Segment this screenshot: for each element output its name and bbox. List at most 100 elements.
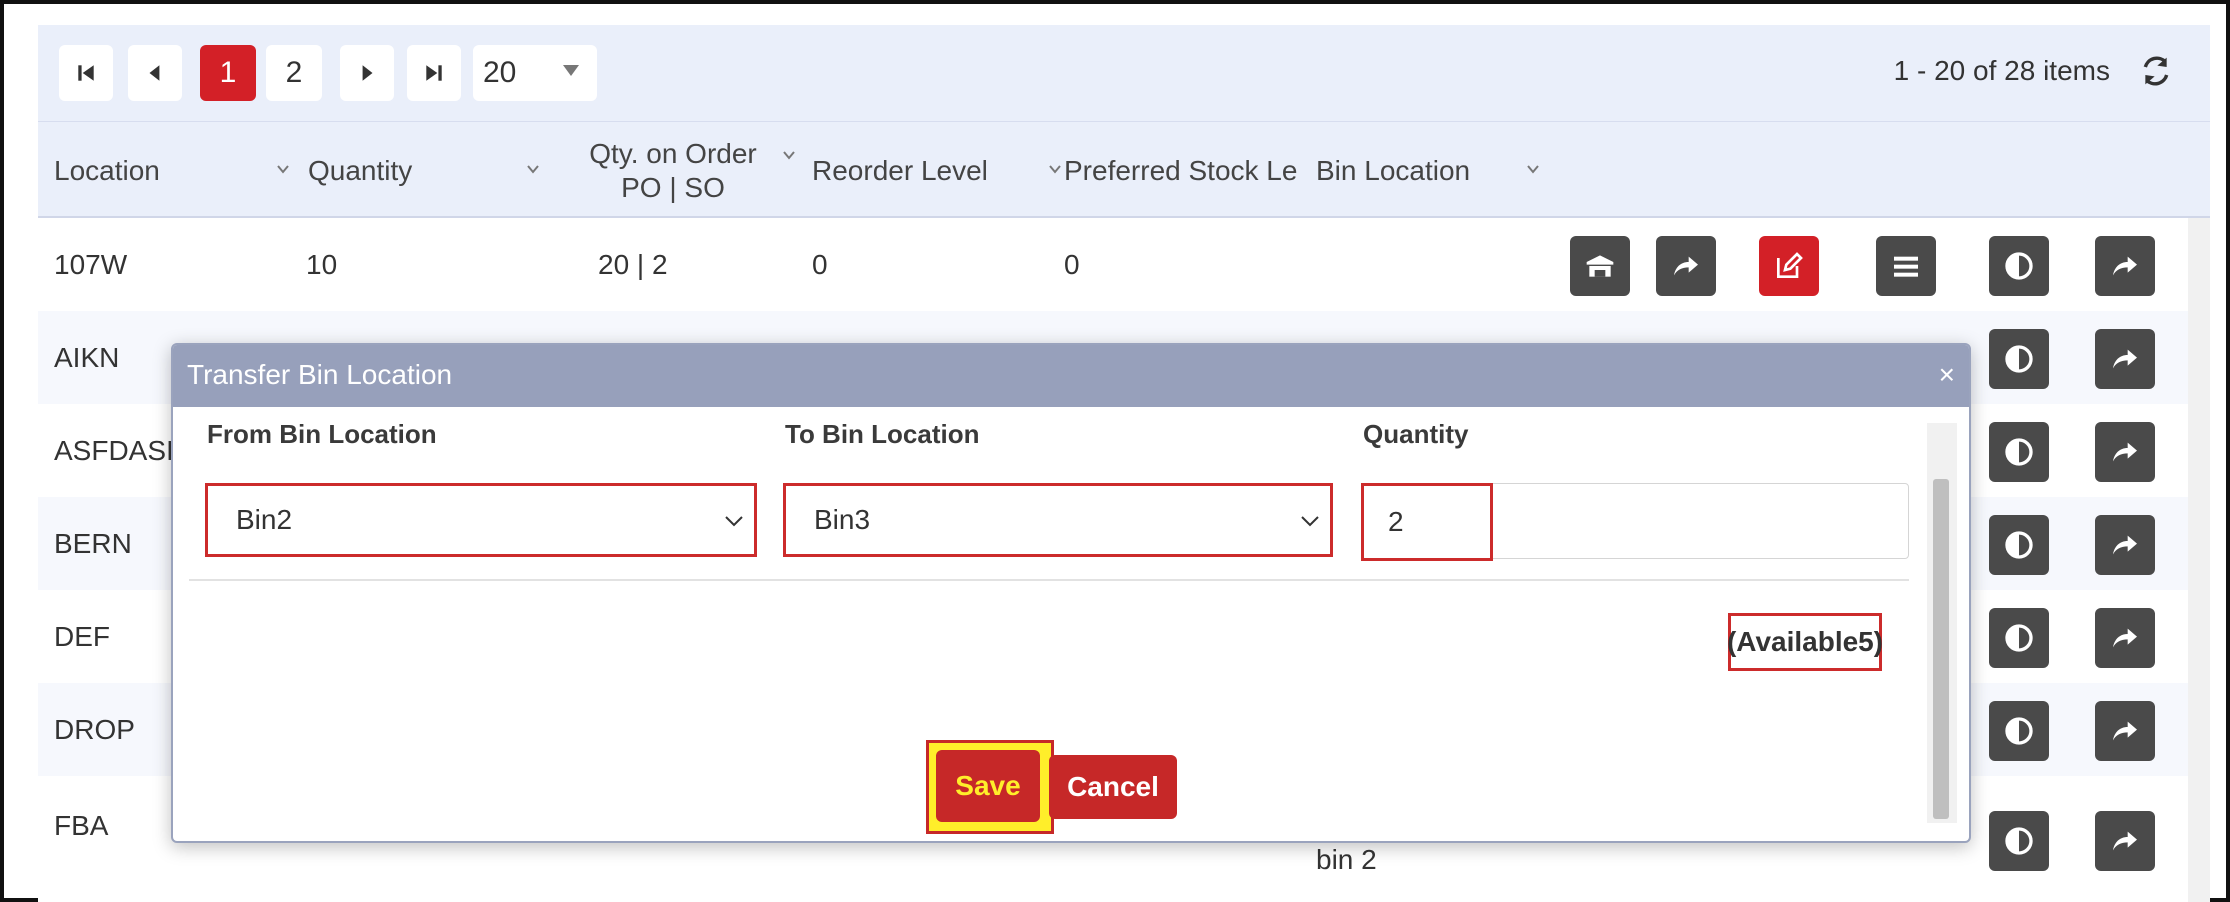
from-bin-value: Bin2 (236, 504, 293, 535)
share-icon (1674, 256, 1698, 276)
warehouse-button[interactable] (1570, 236, 1630, 296)
column-label: Preferred Stock Le (1064, 154, 1298, 186)
next-page-button[interactable] (340, 45, 394, 101)
grid-scrollbar[interactable] (2188, 218, 2210, 902)
column-label: Location (54, 154, 160, 186)
chevron-down-icon (1049, 165, 1061, 174)
contrast-button[interactable] (1989, 329, 2049, 389)
contrast-button[interactable] (1989, 701, 2049, 761)
page-size-select[interactable]: 20 (473, 45, 597, 101)
forward-button[interactable] (2095, 515, 2155, 575)
contrast-icon (2005, 717, 2033, 745)
page-1-button[interactable]: 1 (200, 45, 256, 101)
forward-icon (2113, 535, 2137, 555)
contrast-button[interactable] (1989, 608, 2049, 668)
column-label: Qty. on Order (589, 137, 757, 169)
cell-location: BERN (54, 527, 132, 559)
column-header-location[interactable]: Location (54, 122, 294, 219)
forward-button[interactable] (2095, 329, 2155, 389)
menu-button[interactable] (1876, 236, 1936, 296)
cell-location: FBA (54, 810, 109, 841)
forward-button[interactable] (2095, 422, 2155, 482)
cell-location: DEF (54, 620, 110, 652)
column-label: Quantity (308, 154, 413, 186)
edit-button[interactable] (1759, 236, 1819, 296)
forward-button[interactable] (2095, 608, 2155, 668)
to-bin-label: To Bin Location (785, 419, 980, 449)
cancel-button[interactable]: Cancel (1049, 755, 1177, 819)
share-button[interactable] (1656, 236, 1716, 296)
contrast-icon (2005, 345, 2033, 373)
contrast-icon (2005, 252, 2033, 280)
column-label: Reorder Level (812, 154, 988, 186)
contrast-button[interactable] (1989, 422, 2049, 482)
chevron-down-icon (1301, 516, 1319, 527)
page-2-button[interactable]: 2 (266, 45, 322, 101)
cell-location: DROP (54, 713, 135, 745)
save-button[interactable]: Save (936, 750, 1040, 822)
column-header-bin-location[interactable]: Bin Location (1316, 122, 1546, 219)
page-size-value: 20 (483, 56, 517, 89)
contrast-icon (2005, 438, 2033, 466)
chevron-down-icon (725, 516, 743, 527)
warehouse-icon (1586, 255, 1614, 277)
caret-down-icon (563, 65, 579, 76)
contrast-button[interactable] (1989, 236, 2049, 296)
from-bin-select[interactable]: Bin2 (205, 483, 757, 557)
first-page-button[interactable] (59, 45, 113, 101)
forward-button[interactable] (2095, 236, 2155, 296)
chevron-down-icon (527, 165, 539, 174)
forward-icon (2113, 628, 2137, 648)
contrast-button[interactable] (1989, 515, 2049, 575)
last-page-icon (426, 65, 442, 81)
available-quantity: (Available5) (1727, 613, 1883, 671)
column-sublabel: PO | SO (621, 171, 725, 203)
first-page-icon (78, 65, 94, 81)
pager-toolbar: 1 2 20 1 - 20 of 28 items (38, 25, 2210, 121)
close-icon[interactable]: × (1939, 361, 1955, 389)
contrast-icon (2005, 624, 2033, 652)
cell-quantity: 10 (306, 248, 338, 280)
pager-info: 1 - 20 of 28 items (1893, 55, 2110, 86)
cell-location: 107W (54, 248, 128, 280)
last-page-button[interactable] (407, 45, 461, 101)
dialog-divider (189, 579, 1909, 581)
next-page-icon (362, 65, 373, 81)
chevron-down-icon (1527, 165, 1539, 174)
prev-page-button[interactable] (128, 45, 182, 101)
cell-reorder-level: 0 (812, 248, 828, 280)
table-header: Location Quantity Qty. on Order PO | SO … (38, 121, 2210, 218)
cell-location: AIKN (54, 341, 120, 373)
quantity-input[interactable]: 2 (1361, 483, 1493, 561)
from-bin-label: From Bin Location (207, 419, 437, 449)
forward-button[interactable] (2095, 811, 2155, 871)
column-label: Bin Location (1316, 154, 1471, 186)
to-bin-value: Bin3 (814, 504, 871, 535)
chevron-down-icon (277, 165, 289, 174)
column-header-reorder-level[interactable]: Reorder Level (812, 122, 1062, 219)
to-bin-select[interactable]: Bin3 (783, 483, 1333, 557)
chevron-down-icon (783, 151, 795, 160)
column-header-qty-on-order[interactable]: Qty. on Order PO | SO (548, 122, 798, 219)
column-header-quantity[interactable]: Quantity (308, 122, 548, 219)
cell-qty-on-order: 20 | 2 (598, 248, 668, 280)
forward-button[interactable] (2095, 701, 2155, 761)
contrast-icon (2005, 531, 2033, 559)
transfer-bin-dialog: Transfer Bin Location × From Bin Locatio… (171, 343, 1971, 843)
dialog-title: Transfer Bin Location (187, 359, 453, 390)
forward-icon (2113, 721, 2137, 741)
contrast-icon (2005, 827, 2033, 855)
table-row[interactable]: 107W 10 20 | 2 0 0 (38, 218, 2188, 311)
quantity-label: Quantity (1363, 419, 1469, 449)
edit-icon (1777, 252, 1803, 278)
contrast-button[interactable] (1989, 811, 2049, 871)
prev-page-icon (149, 65, 160, 81)
refresh-icon[interactable] (2140, 55, 2172, 87)
cell-location: ASFDASI (54, 434, 174, 466)
forward-icon (2113, 256, 2137, 276)
column-header-preferred-stock[interactable]: Preferred Stock Le (1064, 122, 1300, 219)
forward-icon (2113, 442, 2137, 462)
dialog-scrollbar-thumb[interactable] (1933, 479, 1949, 819)
forward-icon (2113, 349, 2137, 369)
cell-preferred-stock: 0 (1064, 248, 1080, 280)
